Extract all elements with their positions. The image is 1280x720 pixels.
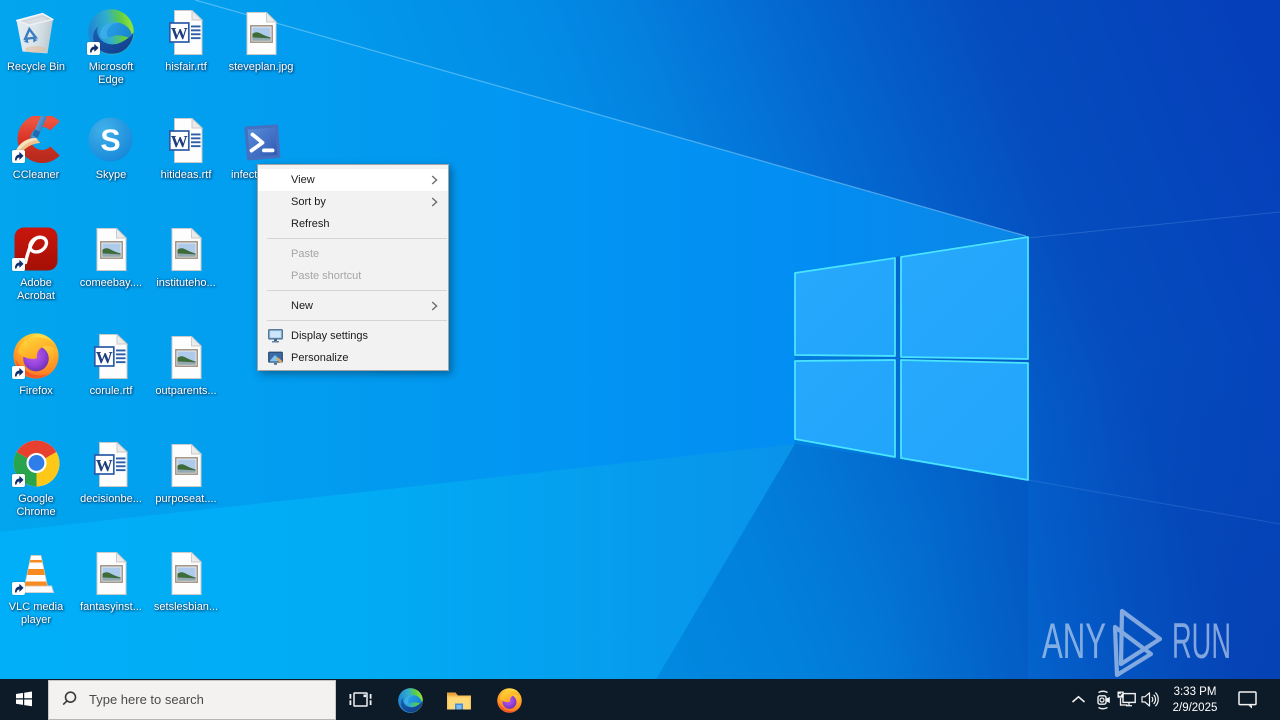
svg-text:W: W [96,348,113,367]
svg-text:RUN: RUN [1172,613,1231,669]
svg-text:W: W [96,456,113,475]
svg-text:ANY: ANY [1042,613,1106,669]
svg-text:W: W [171,132,188,151]
svg-text:S: S [100,124,120,157]
svg-text:W: W [171,24,188,43]
